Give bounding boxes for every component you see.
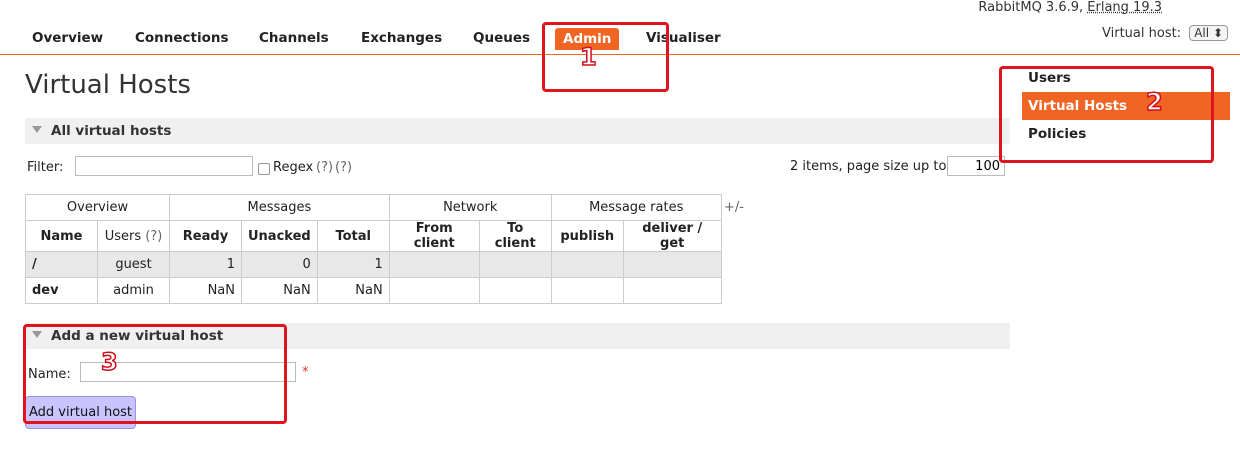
row-publish: [550, 277, 624, 304]
group-overview: Overview: [25, 194, 170, 221]
row-deliver-get: [622, 251, 722, 278]
group-messages: Messages: [169, 194, 390, 221]
all-vhosts-title: All virtual hosts: [51, 123, 172, 139]
row-from-client: [388, 251, 480, 278]
col-publish[interactable]: publish: [550, 220, 624, 252]
select-arrows-icon: ⬍: [1212, 26, 1223, 40]
virtual-host-label: Virtual host:: [1102, 26, 1182, 41]
row-ready: NaN: [169, 277, 242, 304]
regex-help-2[interactable]: (?): [335, 160, 352, 175]
col-unacked[interactable]: Unacked: [241, 220, 318, 252]
page-title: Virtual Hosts: [25, 70, 191, 100]
col-name[interactable]: Name: [25, 220, 98, 252]
col-users: Users (?): [97, 220, 170, 252]
col-to-client[interactable]: To client: [478, 220, 552, 252]
tab-queues[interactable]: Queues: [473, 30, 530, 46]
tab-connections[interactable]: Connections: [135, 30, 229, 46]
version-info: RabbitMQ 3.6.9, Erlang 19.3: [978, 0, 1162, 15]
collapse-triangle-icon: [32, 126, 42, 133]
annotation-box-1: [542, 22, 669, 92]
virtual-host-value: All: [1194, 26, 1210, 40]
annotation-box-3: [23, 324, 287, 424]
col-total[interactable]: Total: [316, 220, 390, 252]
virtual-host-select[interactable]: All ⬍: [1189, 25, 1228, 41]
row-to-client: [478, 277, 552, 304]
col-from-client[interactable]: From client: [388, 220, 480, 252]
filter-label: Filter:: [27, 160, 64, 175]
annotation-number-3: 3: [100, 347, 118, 377]
tab-channels[interactable]: Channels: [259, 30, 329, 46]
table-row[interactable]: dev admin NaN NaN NaN: [25, 277, 722, 304]
paging-text: 2 items, page size up to: [790, 159, 947, 174]
row-name[interactable]: /: [25, 251, 98, 278]
col-ready[interactable]: Ready: [169, 220, 242, 252]
row-unacked: NaN: [241, 277, 318, 304]
page-size-input[interactable]: [947, 156, 1005, 176]
annotation-number-1: 1: [579, 42, 597, 72]
row-ready: 1: [169, 251, 242, 278]
row-unacked: 0: [241, 251, 318, 278]
row-users: admin: [97, 277, 170, 304]
tab-overview[interactable]: Overview: [32, 30, 103, 46]
filter-input[interactable]: [75, 156, 253, 176]
row-to-client: [478, 251, 552, 278]
regex-checkbox[interactable]: [258, 163, 270, 175]
annotation-number-2: 2: [1145, 87, 1163, 117]
required-marker: *: [302, 365, 309, 380]
row-publish: [550, 251, 624, 278]
row-users: guest: [97, 251, 170, 278]
users-help[interactable]: (?): [145, 229, 162, 244]
row-name[interactable]: dev: [25, 277, 98, 304]
row-total: NaN: [316, 277, 390, 304]
row-total: 1: [316, 251, 390, 278]
tab-exchanges[interactable]: Exchanges: [361, 30, 442, 46]
col-deliver-get[interactable]: deliver / get: [622, 220, 722, 252]
erlang-version[interactable]: Erlang 19.3: [1087, 0, 1162, 15]
table-row[interactable]: / guest 1 0 1: [25, 251, 722, 278]
col-users-label: Users: [104, 228, 142, 244]
vhosts-table: Overview Messages Network Message rates …: [25, 194, 722, 304]
rabbitmq-version: RabbitMQ 3.6.9,: [978, 0, 1084, 15]
group-message-rates: Message rates: [550, 194, 722, 221]
virtual-host-selector: Virtual host: All ⬍: [1102, 25, 1228, 41]
row-from-client: [388, 277, 480, 304]
group-network: Network: [388, 194, 552, 221]
all-vhosts-section-header[interactable]: All virtual hosts: [25, 118, 1010, 144]
columns-toggle[interactable]: +/-: [724, 200, 744, 215]
regex-help-1[interactable]: (?): [316, 160, 333, 175]
regex-label: Regex: [273, 160, 314, 175]
annotation-box-2: [999, 66, 1214, 163]
row-deliver-get: [622, 277, 722, 304]
